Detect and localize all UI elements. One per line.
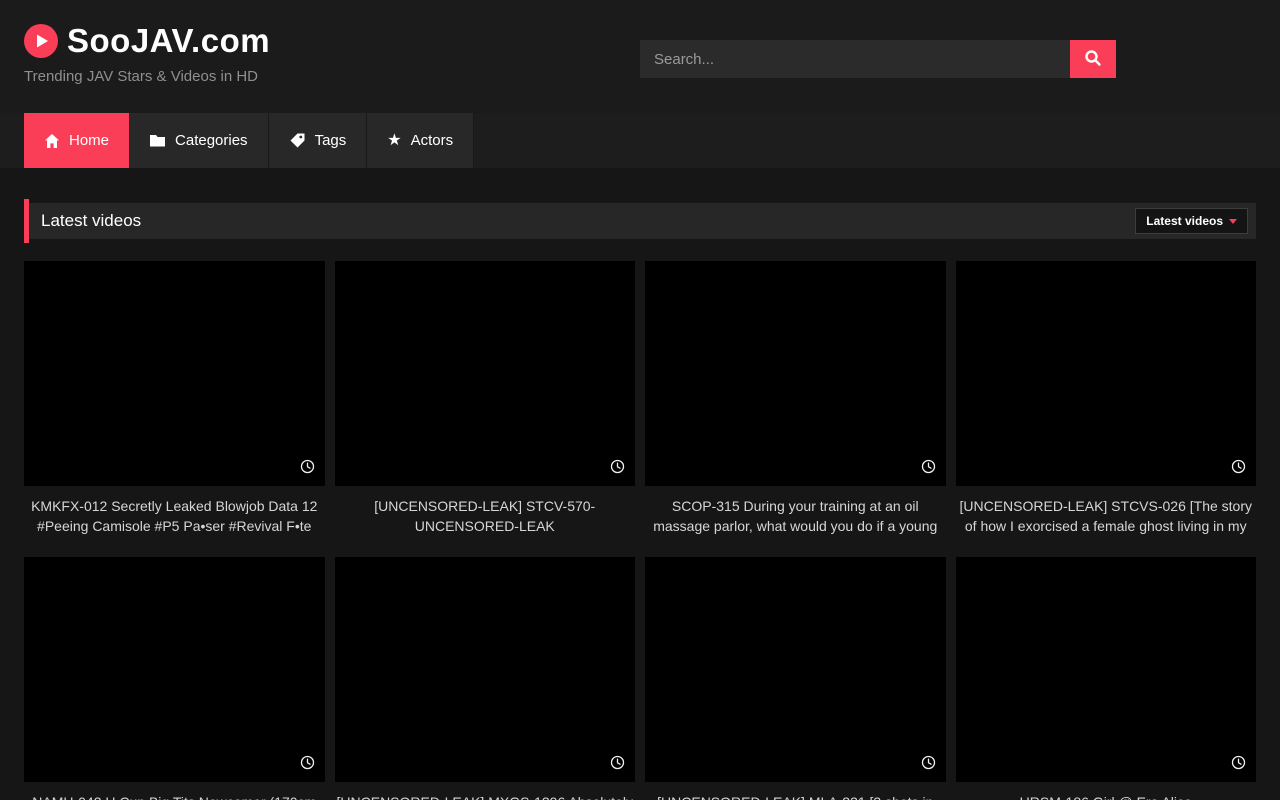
nav-item-categories[interactable]: Categories [129,113,269,168]
play-logo-icon [24,24,58,58]
video-thumbnail[interactable] [645,557,946,782]
video-card[interactable]: [UNCENSORED-LEAK] MXGS-1296 Absolutely [335,557,636,800]
video-card[interactable]: SCOP-315 During your training at an oil … [645,261,946,536]
search-input[interactable] [640,40,1070,78]
nav-item-tags[interactable]: Tags [269,113,368,168]
tag-icon [289,132,306,149]
video-thumbnail[interactable] [24,557,325,782]
main-nav: Home Categories Tags ★ Actors [0,113,1280,168]
star-icon: ★ [387,133,401,149]
video-title[interactable]: SCOP-315 During your training at an oil … [647,496,944,536]
video-grid: KMKFX-012 Secretly Leaked Blowjob Data 1… [24,261,1256,800]
caret-down-icon [1229,219,1237,224]
clock-icon [921,755,936,775]
site-header: SooJAV.com Trending JAV Stars & Videos i… [0,0,1280,113]
video-thumbnail[interactable] [335,261,636,486]
clock-icon [1231,459,1246,479]
video-card[interactable]: NAMH-042 H Cup Big Tits Newcomer (170cm … [24,557,325,800]
video-card[interactable]: [UNCENSORED-LEAK] STCV-570-UNCENSORED-LE… [335,261,636,536]
video-card[interactable]: URSM-186 Girl @ Era Alice [956,557,1257,800]
clock-icon [610,755,625,775]
video-thumbnail[interactable] [335,557,636,782]
site-name: SooJAV.com [67,22,270,60]
home-icon [44,133,60,149]
section-title: Latest videos [41,211,141,231]
site-logo[interactable]: SooJAV.com Trending JAV Stars & Videos i… [24,22,270,85]
search-form [640,40,1116,78]
video-title[interactable]: [UNCENSORED-LEAK] STCVS-026 [The story o… [958,496,1255,536]
site-tagline: Trending JAV Stars & Videos in HD [24,68,270,85]
video-thumbnail[interactable] [24,261,325,486]
clock-icon [300,459,315,479]
sort-dropdown-label: Latest videos [1146,214,1223,228]
search-button[interactable] [1070,40,1116,78]
video-title[interactable]: [UNCENSORED-LEAK] MXGS-1296 Absolutely [337,792,634,800]
clock-icon [1231,755,1246,775]
folder-icon [149,133,166,148]
video-title[interactable]: URSM-186 Girl @ Era Alice [958,792,1255,800]
clock-icon [921,459,936,479]
nav-item-label: Home [69,132,109,149]
video-card[interactable]: KMKFX-012 Secretly Leaked Blowjob Data 1… [24,261,325,536]
video-title[interactable]: [UNCENSORED-LEAK] MLA-231 [3 shots in [647,792,944,800]
nav-item-label: Categories [175,132,248,149]
section-accent-bar [24,199,29,243]
latest-videos-section-bar: Latest videos Latest videos [24,203,1256,239]
nav-item-home[interactable]: Home [24,113,129,168]
video-thumbnail[interactable] [956,261,1257,486]
video-title[interactable]: [UNCENSORED-LEAK] STCV-570-UNCENSORED-LE… [337,496,634,536]
video-thumbnail[interactable] [645,261,946,486]
video-title[interactable]: NAMH-042 H Cup Big Tits Newcomer (170cm … [26,792,323,800]
sort-dropdown-button[interactable]: Latest videos [1135,208,1248,234]
video-title[interactable]: KMKFX-012 Secretly Leaked Blowjob Data 1… [26,496,323,536]
clock-icon [300,755,315,775]
nav-item-actors[interactable]: ★ Actors [367,113,474,168]
nav-item-label: Actors [411,132,454,149]
nav-item-label: Tags [315,132,347,149]
video-thumbnail[interactable] [956,557,1257,782]
clock-icon [610,459,625,479]
video-card[interactable]: [UNCENSORED-LEAK] STCVS-026 [The story o… [956,261,1257,536]
search-icon [1084,49,1102,70]
video-card[interactable]: [UNCENSORED-LEAK] MLA-231 [3 shots in [645,557,946,800]
